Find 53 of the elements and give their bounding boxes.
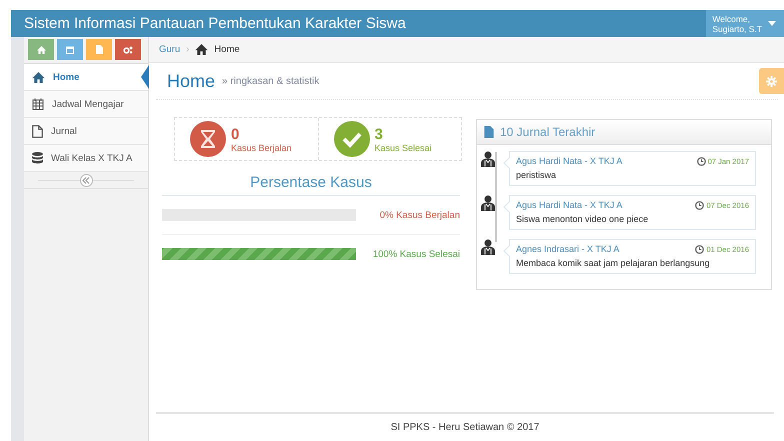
- home-icon: [32, 72, 45, 82]
- file-icon: [32, 124, 43, 138]
- user-icon: [481, 239, 495, 255]
- entry-text: Siswa menonton video one piece: [516, 214, 650, 224]
- database-icon: [32, 152, 43, 164]
- user-icon: [481, 195, 495, 211]
- settings-icon: [766, 76, 777, 86]
- author-link[interactable]: Agus Hardi Nata - X TKJ A: [516, 200, 622, 210]
- calendar-icon: [66, 46, 74, 54]
- checkmark-icon: [332, 120, 370, 158]
- author-link[interactable]: Agnes Indrasari - X TKJ A: [516, 244, 620, 254]
- progress-label: 0% Kasus Berjalan: [380, 210, 460, 220]
- file-icon: [484, 126, 494, 138]
- section-title: Persentase Kasus: [162, 161, 460, 196]
- home-shortcut-button[interactable]: [28, 39, 54, 60]
- panel-title: 10 Jurnal Terakhir: [500, 125, 596, 139]
- progress-label: 100% Kasus Selesai: [372, 248, 460, 260]
- home-icon: [36, 46, 46, 54]
- author-link[interactable]: Agus Hardi Nata - X TKJ A: [516, 156, 622, 166]
- stat-count: 3: [374, 126, 384, 142]
- entry-text: peristiswa: [516, 170, 558, 180]
- settings-button[interactable]: [759, 68, 784, 94]
- calendar-shortcut-button[interactable]: [57, 39, 83, 60]
- calendar-icon: [32, 98, 44, 110]
- sidebar-item[interactable]: Wali Kelas X TKJ A: [24, 145, 148, 172]
- user-menu-button[interactable]: Welcome, Sugiarto, S.T: [706, 10, 784, 37]
- footer-text: SI PPKS - Heru Setiawan © 2017: [390, 422, 540, 433]
- page-subtitle: » ringkasan & statistik: [222, 76, 320, 86]
- clock-icon: [695, 244, 704, 254]
- active-pointer-icon: [141, 65, 149, 89]
- clock-icon: [695, 200, 704, 210]
- clock-icon: [696, 156, 706, 166]
- caret-icon: [768, 21, 776, 26]
- sidebar-item[interactable]: Home: [24, 64, 148, 91]
- user-icon: [481, 151, 495, 167]
- stat-label: Kasus Selesai: [374, 142, 432, 152]
- breadcrumb-current: Home: [214, 44, 240, 55]
- cogs-shortcut-button[interactable]: [115, 39, 141, 60]
- breadcrumb-separator: ›: [186, 44, 190, 55]
- file-shortcut-button[interactable]: [86, 39, 112, 60]
- file-icon: [96, 45, 102, 54]
- double-chevron-left-icon: [82, 176, 90, 184]
- stat-count: 0: [231, 126, 240, 142]
- home-icon: [195, 44, 208, 55]
- sidebar-item[interactable]: Jadwal Mengajar: [24, 91, 148, 118]
- page-title: Home: [167, 70, 216, 92]
- stat-label: Kasus Berjalan: [231, 142, 292, 152]
- hourglass-icon: [189, 120, 227, 158]
- app-title: Sistem Informasi Pantauan Pembentukan Karakter Siswa: [23, 15, 407, 32]
- sidebar-item[interactable]: Jurnal: [24, 118, 148, 145]
- collapse-sidebar-button[interactable]: [80, 174, 92, 186]
- breadcrumb-link[interactable]: Guru: [159, 44, 180, 55]
- entry-text: Membaca komik saat jam pelajaran berlangsung: [516, 258, 711, 268]
